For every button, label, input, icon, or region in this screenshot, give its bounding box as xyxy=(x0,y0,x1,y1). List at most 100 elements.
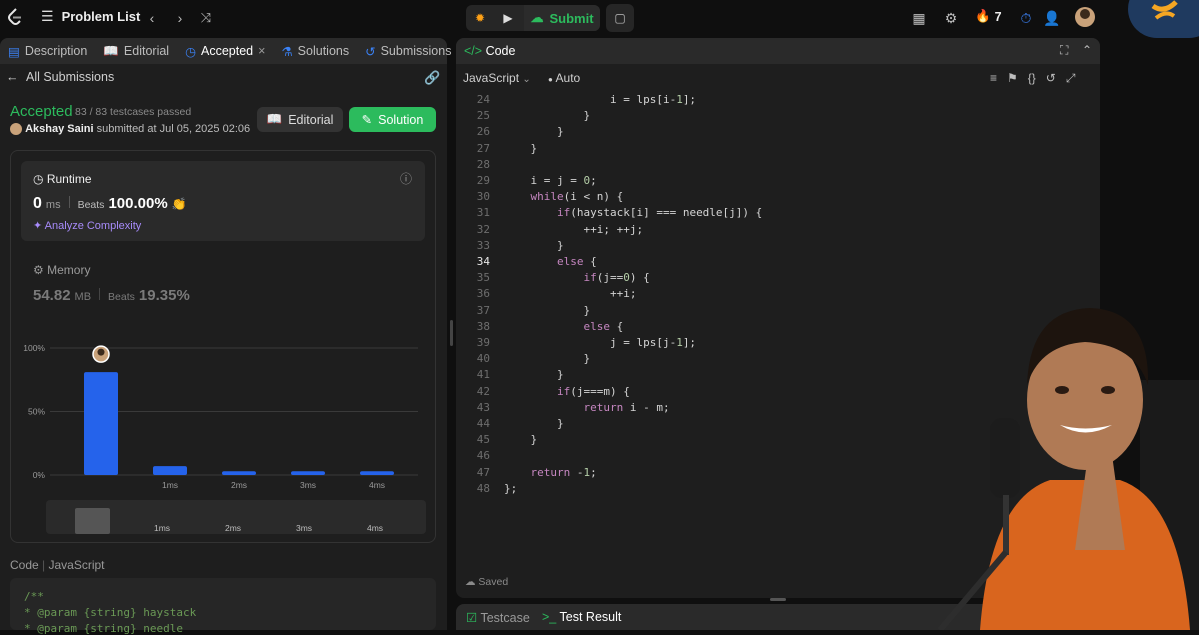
settings-button[interactable]: ⚙ xyxy=(937,4,965,32)
submit-button[interactable]: ☁ Submit xyxy=(524,5,600,31)
code-line: * @param {string} haystack xyxy=(24,606,197,619)
tab-editorial[interactable]: 📖 Editorial xyxy=(95,38,177,64)
share-link-button[interactable]: 🔗 xyxy=(424,70,440,86)
runtime-distribution-chart[interactable]: 100% 50% 0% 1ms 2ms 3ms 4ms xyxy=(10,330,430,495)
solution-button[interactable]: ✎ Solution xyxy=(349,107,436,132)
code-panel-header: </> Code ⛶ ⌃ xyxy=(456,38,1100,64)
gear-icon: ⚙ xyxy=(944,9,958,26)
streak-counter[interactable]: 🔥 7 xyxy=(975,9,1002,24)
grid-icon: ▦ xyxy=(912,9,926,26)
add-user-icon: 👤 xyxy=(1043,9,1061,26)
tab-submissions[interactable]: ↺ Submissions xyxy=(357,38,459,64)
tab-accepted[interactable]: ◷ Accepted × xyxy=(177,38,273,64)
prev-problem-button[interactable]: ‹ xyxy=(138,4,166,32)
auto-mode-toggle[interactable]: ● Auto xyxy=(548,71,580,85)
code-text: i = j = 0; xyxy=(504,174,597,187)
timer-button[interactable]: ⏱ xyxy=(1012,4,1040,32)
memory-unit: MB xyxy=(74,291,92,303)
x-tick-label: 1ms xyxy=(162,480,178,490)
memory-card[interactable]: ⚙ Memory xyxy=(33,263,90,277)
code-label: Code xyxy=(10,558,39,572)
vertical-resize-handle[interactable] xyxy=(770,598,786,601)
panel-resize-handle[interactable] xyxy=(450,320,453,346)
notes-button[interactable]: ▢ xyxy=(606,4,634,32)
editorial-button-label: Editorial xyxy=(288,112,334,127)
document-icon: ▤ xyxy=(8,44,20,59)
analyze-complexity-link[interactable]: ✦ Analyze Complexity xyxy=(33,219,141,232)
submitted-time: submitted at Jul 05, 2025 02:06 xyxy=(96,123,251,135)
language-select[interactable]: JavaScript ⌄ xyxy=(463,71,531,85)
terminal-icon: >_ xyxy=(542,610,557,624)
tab-solutions[interactable]: ⚗ Solutions xyxy=(273,38,357,64)
author-name[interactable]: Akshay Saini xyxy=(25,123,93,135)
code-text: return -1; xyxy=(530,465,597,479)
testcases-passed: 83 / 83 testcases passed xyxy=(75,106,192,118)
code-text: while(i < n) { xyxy=(530,190,624,204)
chart-bar xyxy=(84,372,118,475)
run-button[interactable]: ▶ xyxy=(494,4,522,32)
code-text: }; xyxy=(504,481,518,495)
line-number: 38 xyxy=(476,319,490,333)
collapse-button[interactable]: ⌃ xyxy=(1082,43,1092,57)
bug-icon: ✹ xyxy=(474,11,486,25)
bookmark-icon[interactable]: ⚑ xyxy=(1007,71,1018,86)
x-tick-label: 3ms xyxy=(300,480,316,490)
layout-button[interactable]: ▦ xyxy=(905,4,933,32)
y-tick-label: 50% xyxy=(28,407,45,417)
flask-icon: ⚗ xyxy=(281,44,293,59)
code-text: if(j==0) { xyxy=(583,271,650,285)
author-avatar xyxy=(10,123,22,136)
code-text: } xyxy=(504,303,591,317)
book-icon: 📖 xyxy=(103,43,119,58)
line-number: 33 xyxy=(476,238,490,252)
clap-icon: 👏 xyxy=(171,197,187,211)
scrubber-tick-label: 1ms xyxy=(154,523,171,533)
language-select-value: JavaScript xyxy=(463,71,520,85)
problem-list-label: Problem List xyxy=(61,9,141,24)
all-submissions-link[interactable]: ← All Submissions xyxy=(6,70,114,84)
braces-icon[interactable]: {} xyxy=(1028,71,1036,86)
avatar[interactable] xyxy=(1075,7,1095,27)
tab-test-result[interactable]: >_ Test Result xyxy=(542,610,621,624)
analyze-label: Analyze Complexity xyxy=(44,220,142,232)
random-problem-button[interactable]: ⤨ xyxy=(192,4,220,32)
tab-test-result-label: Test Result xyxy=(559,610,622,624)
next-problem-button[interactable]: › xyxy=(166,4,194,32)
close-icon[interactable]: × xyxy=(258,44,265,58)
debug-button[interactable]: ✹ xyxy=(466,4,494,32)
language-label: JavaScript xyxy=(48,558,105,572)
runtime-title: ◷ Runtime xyxy=(33,172,92,186)
chevron-down-icon: ⌄ xyxy=(522,74,531,85)
add-friend-button[interactable]: 👤 xyxy=(1038,4,1066,32)
chart-bar xyxy=(222,471,256,475)
x-tick-label: 2ms xyxy=(231,480,247,490)
tab-testcase[interactable]: ☑ Testcase xyxy=(466,610,530,625)
beats-label: Beats xyxy=(77,199,105,211)
leetcode-logo[interactable] xyxy=(7,8,23,32)
maximize-button[interactable]: ⛶ xyxy=(1060,43,1068,58)
line-number: 32 xyxy=(476,222,490,236)
sparkle-icon: ✦ xyxy=(33,220,43,232)
code-text: ++i; xyxy=(504,287,637,301)
line-number: 29 xyxy=(476,174,490,187)
chart-range-scrubber[interactable]: 1ms 2ms 3ms 4ms xyxy=(46,500,426,534)
save-status: ☁ Saved xyxy=(465,576,508,588)
problem-list-link[interactable]: ☰ Problem List xyxy=(41,8,140,25)
expand-icon: ⛶ xyxy=(1060,43,1069,57)
runtime-value: 0 xyxy=(33,195,42,212)
solution-button-label: Solution xyxy=(378,112,424,127)
tab-description[interactable]: ▤ Description xyxy=(0,38,95,64)
arrow-left-icon: ← xyxy=(6,70,19,84)
fullscreen-icon[interactable]: ⤢ xyxy=(1066,71,1076,86)
y-tick-label: 0% xyxy=(33,470,46,480)
scrubber-window[interactable] xyxy=(75,508,110,534)
info-icon[interactable]: ⓘ xyxy=(400,170,412,187)
line-number: 26 xyxy=(476,125,490,139)
fire-icon: 🔥 xyxy=(975,9,991,23)
reset-icon[interactable]: ↺ xyxy=(1046,71,1056,86)
submitted-code-label: Code | JavaScript xyxy=(10,558,105,572)
line-number: 46 xyxy=(476,449,490,463)
code-text: } xyxy=(504,352,591,366)
format-icon[interactable]: ≡ xyxy=(990,71,997,86)
editorial-button[interactable]: 📖 Editorial xyxy=(257,107,343,132)
